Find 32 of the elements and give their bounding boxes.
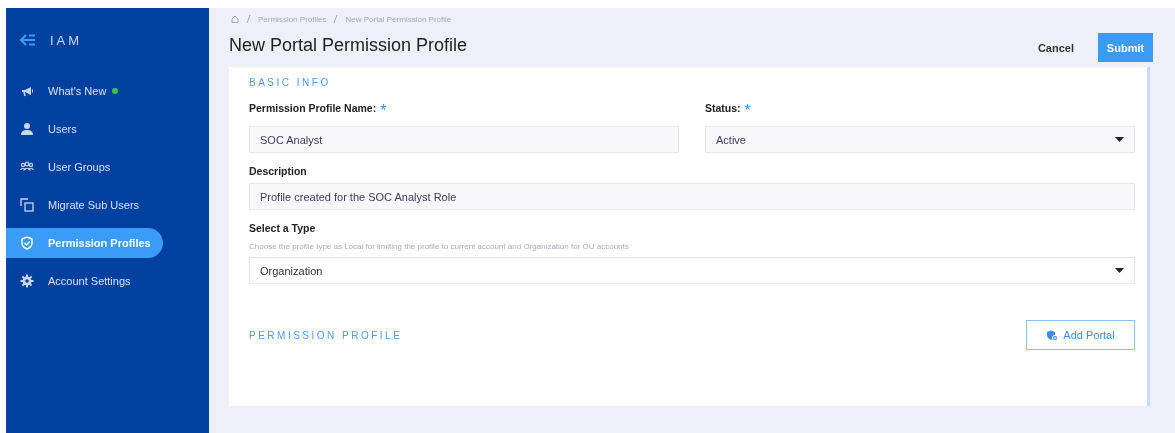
page-title: New Portal Permission Profile [229,35,469,57]
sidebar-item[interactable]: Account Settings [6,262,143,300]
field-label: Description [249,165,307,177]
field-label: Permission Profile Name: [249,102,377,114]
hint-text: Choose the profile type as Local for limiting the profile to current account and Organization for OU accounts [249,242,630,251]
section-heading: PERMISSION PROFILE [249,329,403,341]
collapse-menu-icon [20,34,36,46]
required-mark: * [744,102,751,120]
shield-plus-icon [1046,329,1059,341]
shield-icon [20,236,34,250]
sidebar-item[interactable]: Migrate Sub Users [6,186,152,224]
cancel-button[interactable]: Cancel [1033,37,1078,58]
windows-icon [20,198,34,212]
field-label: Status: [705,102,741,114]
dropdown-field[interactable]: Organization [249,257,1135,284]
sidebar-item[interactable]: What's New [6,72,131,110]
input-field[interactable]: SOC Analyst [249,126,679,153]
megaphone-icon [20,84,34,98]
dropdown-field[interactable]: Active [705,126,1135,153]
input-field[interactable]: Profile created for the SOC Analyst Role [249,183,1135,210]
section-heading: BASIC INFO [249,77,332,88]
group-icon [20,160,34,174]
sidebar-item[interactable]: Users [6,110,89,148]
dropdown-caret-icon [1115,137,1124,142]
sidebar-item[interactable]: User Groups [6,148,123,186]
field-label: Select a Type [249,222,316,234]
home-icon[interactable] [231,15,239,23]
required-mark: * [380,102,387,120]
app-title: IAM [50,32,83,48]
user-icon [20,122,34,136]
dropdown-caret-icon [1115,268,1124,273]
gear-icon [20,274,34,288]
